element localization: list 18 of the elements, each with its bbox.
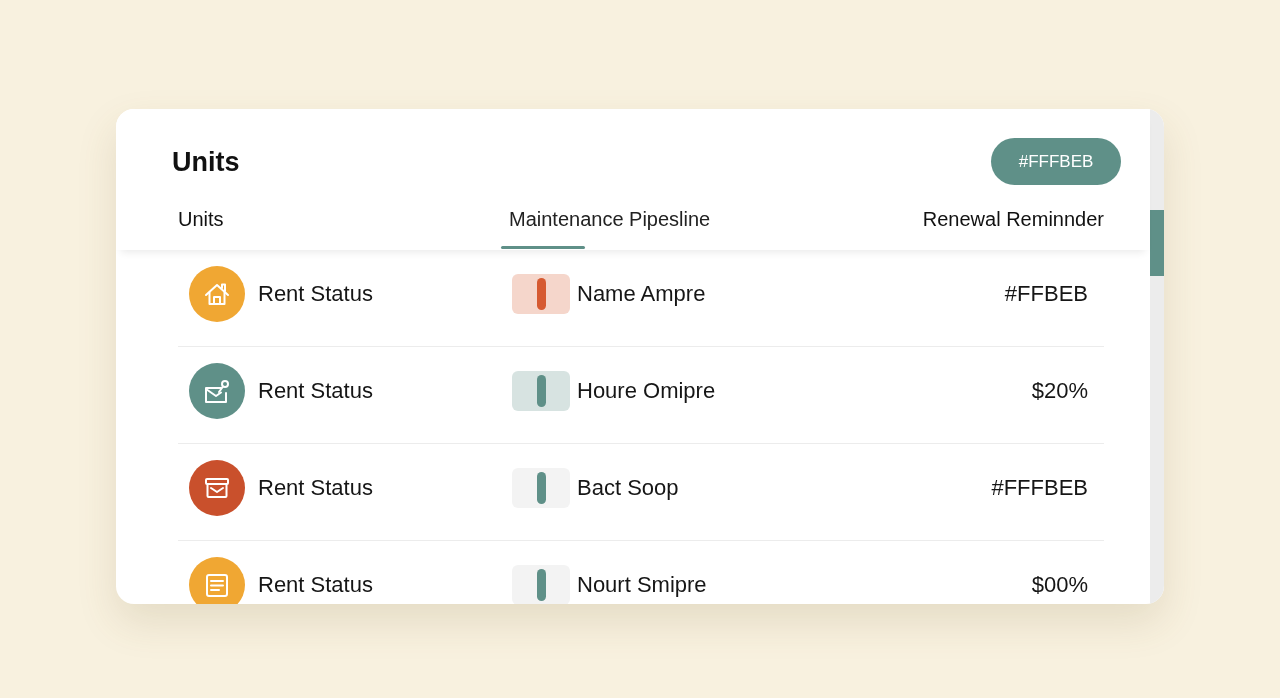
color-button[interactable]: #FFFBEB: [991, 138, 1121, 185]
row-value: $20%: [1031, 378, 1088, 404]
tab[interactable]: Maintenance Pipesline: [501, 200, 719, 250]
row-detail: Bact Soop: [577, 475, 679, 501]
row-detail: Name Ampre: [577, 281, 706, 307]
scrollbar-thumb[interactable]: [1150, 210, 1164, 276]
row-label: Rent Status: [258, 475, 373, 501]
row-label: Rent Status: [258, 281, 373, 307]
row-detail: Nourt Smipre: [577, 572, 707, 598]
row-value: #FFBEB: [1004, 281, 1088, 307]
row-label: Rent Status: [258, 378, 373, 404]
tab[interactable]: Units: [170, 200, 232, 250]
row-value: $00%: [1031, 572, 1088, 598]
row-value: #FFFBEB: [991, 475, 1088, 501]
row-label: Rent Status: [258, 572, 373, 598]
tab[interactable]: Renewal Reminnder: [914, 200, 1112, 250]
row-detail: Houre Omipre: [577, 378, 716, 404]
panel-title: Units: [172, 145, 240, 178]
